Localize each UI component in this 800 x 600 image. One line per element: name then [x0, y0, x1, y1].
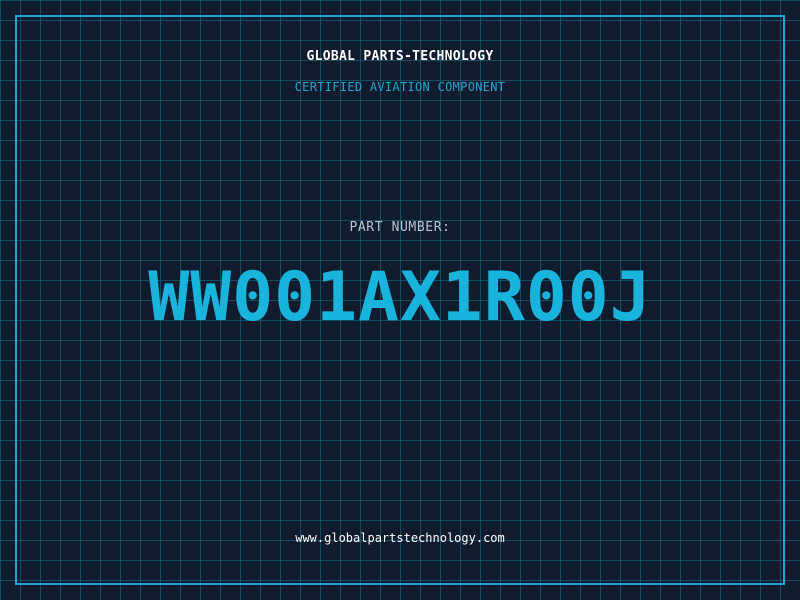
certification-subtitle: CERTIFIED AVIATION COMPONENT	[294, 80, 506, 94]
part-number-label: PART NUMBER:	[349, 220, 451, 235]
certificate-page: GLOBAL PARTS-TECHNOLOGY CERTIFIED AVIATI…	[0, 0, 800, 600]
company-name: GLOBAL PARTS-TECHNOLOGY	[306, 49, 494, 64]
website-url: www.globalpartstechnology.com	[295, 531, 505, 545]
part-number-value: WW001AX1R00J	[148, 258, 652, 337]
